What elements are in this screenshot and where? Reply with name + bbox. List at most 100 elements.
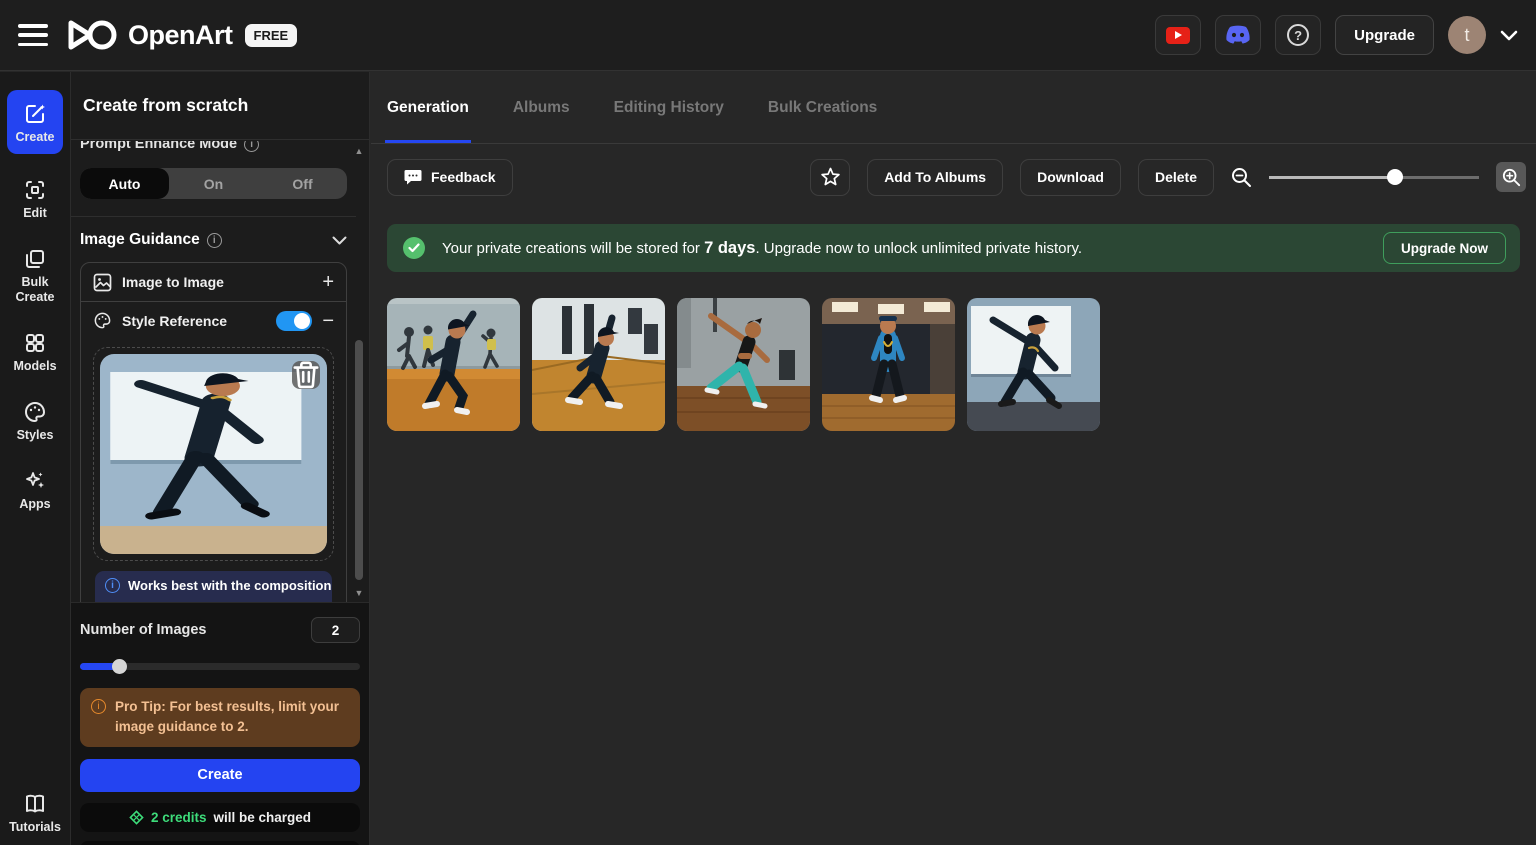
tab-bar: Generation Albums Editing History Bulk C…	[371, 72, 1536, 144]
prompt-enhance-label: Prompt Enhance Mode i	[80, 141, 347, 152]
panel-title: Create from scratch	[83, 95, 249, 115]
credit-gem-icon	[129, 809, 144, 825]
youtube-button[interactable]	[1155, 15, 1202, 55]
palette-icon	[94, 312, 111, 329]
chevron-down-icon[interactable]	[1500, 30, 1518, 41]
prompt-enhance-option-on[interactable]: On	[169, 168, 258, 199]
upgrade-button[interactable]: Upgrade	[1335, 15, 1434, 55]
style-reference-preview-wrap: i Works best with the composition	[81, 339, 346, 602]
favorite-button[interactable]	[810, 158, 851, 196]
generation-gallery	[387, 298, 1520, 431]
scrollbar-thumb[interactable]	[355, 340, 363, 580]
star-icon	[820, 167, 840, 186]
zoom-in-icon	[1502, 168, 1520, 186]
add-image-icon[interactable]: +	[322, 272, 334, 292]
zoom-in-button[interactable]	[1496, 162, 1526, 192]
storage-banner-text: Your private creations will be stored fo…	[442, 238, 1083, 257]
pro-tip-banner: i Pro Tip: For best results, limit your …	[80, 688, 360, 747]
remove-style-reference-icon[interactable]: −	[322, 311, 334, 331]
style-reference-toggle[interactable]	[276, 310, 313, 331]
edit-icon	[26, 181, 44, 199]
feedback-button[interactable]: Feedback	[387, 158, 513, 196]
panel-scroll-area: Prompt Enhance Mode i Auto On Off Image …	[71, 141, 369, 602]
download-button[interactable]: Download	[1020, 158, 1121, 196]
tab-albums[interactable]: Albums	[513, 72, 570, 143]
help-icon: ?	[1287, 24, 1310, 46]
check-icon	[403, 237, 425, 259]
collapse-chevron-icon[interactable]	[332, 236, 347, 245]
openart-logo-icon[interactable]	[66, 18, 118, 52]
top-bar: OpenArt FREE ? Upgrade t	[0, 0, 1536, 71]
style-reference-image[interactable]	[100, 354, 327, 554]
delete-style-reference-button[interactable]	[292, 361, 320, 389]
rail-item-create[interactable]: Create	[7, 90, 63, 154]
tutorials-icon	[26, 794, 44, 813]
zoom-out-icon[interactable]	[1231, 167, 1252, 188]
tab-editing-history[interactable]: Editing History	[614, 72, 724, 143]
rail-item-models[interactable]: Models	[4, 331, 66, 374]
image-guidance-header[interactable]: Image Guidance i	[80, 231, 347, 249]
thumbnail-zoom-slider[interactable]	[1269, 169, 1479, 185]
generated-image-1[interactable]	[387, 298, 520, 431]
image-to-image-row[interactable]: Image to Image +	[81, 263, 346, 301]
image-guidance-box: Image to Image + Style Reference − i Wor…	[80, 262, 347, 602]
info-icon[interactable]: i	[206, 232, 222, 248]
speed-info: ~22.3 s/img Upgrade to enjoy speed boost	[80, 840, 360, 845]
discord-icon	[1226, 25, 1250, 44]
tab-bulk-creations[interactable]: Bulk Creations	[768, 72, 877, 143]
apps-icon	[26, 472, 44, 488]
number-of-images-value[interactable]: 2	[311, 617, 360, 643]
feedback-chat-icon	[404, 170, 422, 185]
style-reference-row[interactable]: Style Reference −	[81, 301, 346, 339]
image-icon	[93, 273, 112, 291]
generated-image-4[interactable]	[822, 298, 955, 431]
scroll-up-arrow[interactable]: ▲	[352, 144, 366, 158]
create-icon	[26, 104, 45, 123]
create-button[interactable]: Create	[80, 758, 360, 792]
plan-badge: FREE	[244, 23, 298, 47]
rail-item-tutorials[interactable]: Tutorials	[4, 792, 66, 835]
prompt-enhance-segmented: Auto On Off	[80, 168, 347, 199]
panel-header: Create from scratch	[71, 72, 369, 140]
add-to-albums-button[interactable]: Add To Albums	[867, 158, 1004, 196]
nav-rail: Create Edit Bulk Create Models Styles Ap…	[0, 72, 71, 845]
openart-app: OpenArt FREE ? Upgrade t Create Edit Bul…	[0, 0, 1536, 845]
generated-image-2[interactable]	[532, 298, 665, 431]
info-icon: i	[105, 578, 120, 593]
models-icon	[26, 334, 44, 352]
help-button[interactable]: ?	[1275, 15, 1322, 55]
credits-info: 2 credits will be charged	[80, 802, 360, 832]
menu-icon[interactable]	[18, 24, 48, 46]
delete-button[interactable]: Delete	[1137, 158, 1214, 196]
trash-icon	[293, 361, 319, 389]
prompt-enhance-option-off[interactable]: Off	[258, 168, 347, 199]
create-panel: Create from scratch Prompt Enhance Mode …	[71, 72, 370, 845]
bulk-create-icon	[26, 250, 44, 268]
info-icon[interactable]: i	[244, 141, 260, 152]
panel-scrollbar[interactable]: ▲ ▼	[352, 144, 366, 600]
tab-generation[interactable]: Generation	[385, 72, 471, 143]
number-of-images-slider[interactable]	[80, 659, 360, 674]
slider-knob[interactable]	[112, 659, 128, 674]
avatar[interactable]: t	[1448, 16, 1486, 54]
scroll-down-arrow[interactable]: ▼	[352, 586, 366, 600]
youtube-icon	[1166, 26, 1191, 44]
discord-button[interactable]	[1215, 15, 1262, 55]
rail-item-bulk-create[interactable]: Bulk Create	[4, 247, 66, 305]
style-reference-note: i Works best with the composition	[95, 571, 332, 602]
number-of-images-label: Number of Images	[80, 622, 207, 638]
rail-item-apps[interactable]: Apps	[4, 469, 66, 512]
brand-name[interactable]: OpenArt	[128, 20, 233, 51]
zoom-slider-knob[interactable]	[1387, 169, 1403, 185]
rail-item-edit[interactable]: Edit	[4, 178, 66, 221]
panel-bottom-section: Number of Images 2 i Pro Tip: For best r…	[71, 602, 369, 845]
upgrade-now-button[interactable]: Upgrade Now	[1382, 232, 1506, 264]
generated-image-3[interactable]	[677, 298, 810, 431]
prompt-enhance-option-auto[interactable]: Auto	[80, 168, 169, 199]
rail-item-styles[interactable]: Styles	[4, 400, 66, 443]
generated-image-5[interactable]	[967, 298, 1100, 431]
toolbar: Feedback Add To Albums Download Delete	[371, 144, 1536, 210]
storage-banner: Your private creations will be stored fo…	[387, 224, 1520, 272]
warning-info-icon: i	[91, 699, 106, 714]
main-content: Generation Albums Editing History Bulk C…	[371, 72, 1536, 845]
